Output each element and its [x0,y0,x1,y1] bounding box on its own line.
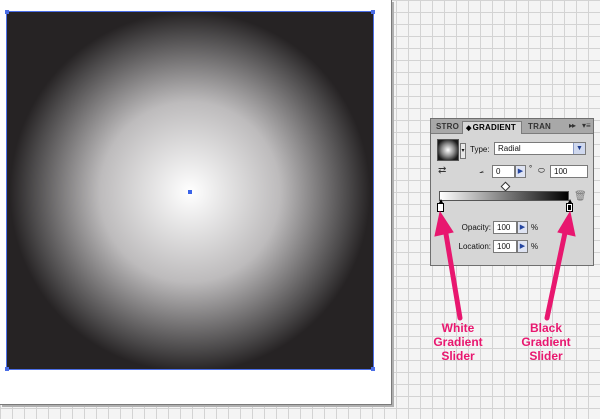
diamond-icon: ◆ [466,125,472,132]
gradient-ramp[interactable] [439,191,569,201]
angle-dropdown-button[interactable]: ▶ [515,165,526,178]
white-gradient-slider-callout: White Gradient Slider [433,321,483,363]
double-chevron-right-icon[interactable]: ▸▸ [569,121,576,130]
opacity-input[interactable]: 100 [493,221,517,234]
location-label: Location: [458,242,491,251]
type-label: Type: [470,145,490,154]
gradient-swatch[interactable] [437,139,459,161]
angle-input[interactable]: 0 [492,165,515,178]
gradient-midpoint-diamond[interactable] [500,181,511,192]
reverse-gradient-icon[interactable]: ⇄ [438,165,446,176]
tab-stroke[interactable]: STRO [433,121,461,134]
panel-menu-icon[interactable]: ▾≡ [582,121,591,130]
selection-handle-top-left[interactable] [5,10,9,14]
type-select[interactable]: Radial ▼ [494,142,586,155]
degree-symbol: ° [529,164,533,173]
selection-handle-top-right[interactable] [371,10,375,14]
center-point[interactable] [188,190,192,194]
radial-gradient-rectangle[interactable] [5,10,375,371]
artboard [0,0,392,405]
aspect-ratio-input[interactable]: 100 [550,165,588,178]
chevron-down-icon[interactable]: ▼ [573,143,585,154]
opacity-percent: % [531,223,539,232]
delete-stop-icon[interactable]: 🗑 [574,191,587,202]
location-dropdown-button[interactable]: ▶ [517,240,528,253]
tab-gradient[interactable]: ◆GRADIENT [462,121,522,134]
black-gradient-slider[interactable] [566,199,573,212]
black-gradient-slider-callout: Black Gradient Slider [521,321,571,363]
location-input[interactable]: 100 [493,240,517,253]
angle-icon: ⦟ [479,166,484,175]
swatch-dropdown-icon[interactable]: ▾ [460,143,466,159]
panel-tabbar: STRO ◆GRADIENT TRAN ▸▸ ▾≡ [431,119,593,134]
opacity-label: Opacity: [461,223,491,232]
white-gradient-slider[interactable] [437,199,444,212]
gradient-panel: STRO ◆GRADIENT TRAN ▸▸ ▾≡ ▾ Type: Radial… [430,118,594,266]
aspect-ratio-icon: ⬭ [538,166,545,175]
selection-handle-bottom-left[interactable] [5,367,9,371]
type-select-value: Radial [498,144,521,153]
location-percent: % [531,242,539,251]
selection-handle-bottom-right[interactable] [371,367,375,371]
tab-transparency[interactable]: TRAN [525,121,551,134]
opacity-dropdown-button[interactable]: ▶ [517,221,528,234]
